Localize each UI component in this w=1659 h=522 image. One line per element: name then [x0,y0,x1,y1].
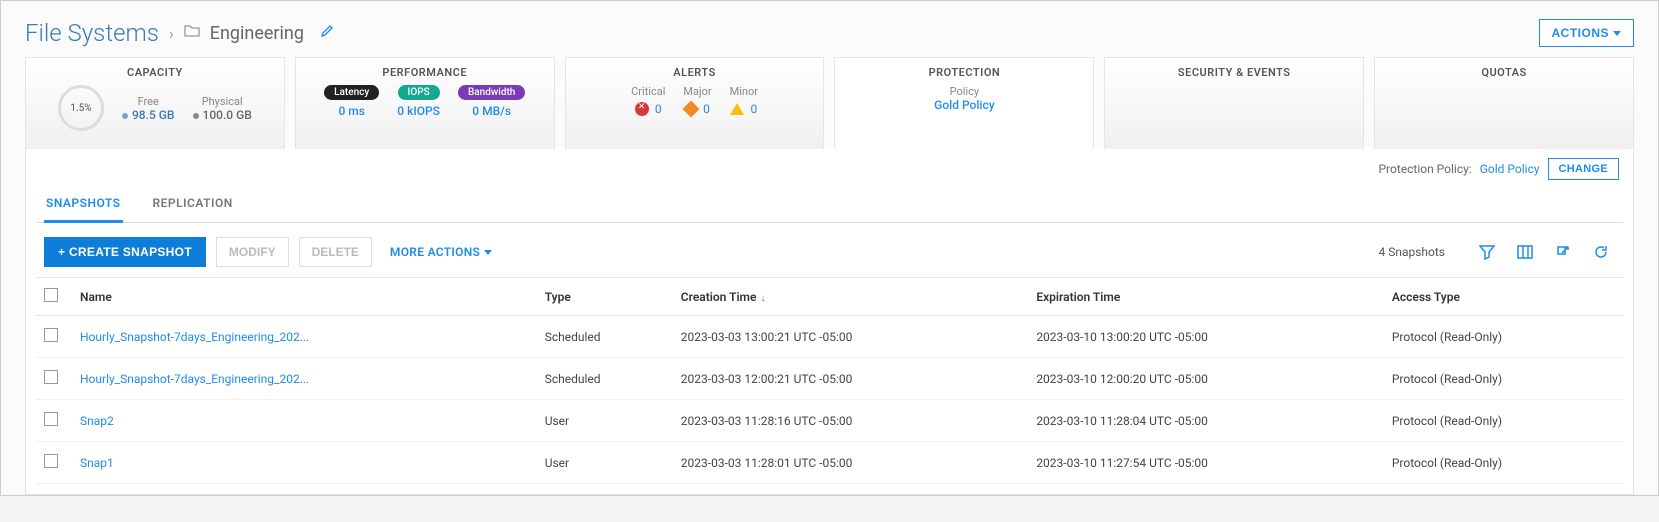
row-checkbox[interactable] [44,454,58,468]
cell-expiration: 2023-03-10 11:28:04 UTC -05:00 [1028,400,1384,442]
table-row: Snap1 User2023-03-03 11:28:01 UTC -05:002… [36,442,1623,484]
tab-performance-title: PERFORMANCE [382,66,467,79]
tab-alerts-title: ALERTS [673,66,716,79]
capacity-free-value: 98.5 GB [122,108,175,122]
breadcrumb-root[interactable]: File Systems [25,19,159,47]
tab-security-events[interactable]: SECURITY & EVENTS [1104,57,1364,149]
bandwidth-pill: Bandwidth [458,85,525,100]
alerts-minor-label: Minor [730,85,758,98]
alerts-critical-label: Critical [631,85,665,98]
table-row: Hourly_Snapshot-7days_Engineering_202...… [36,358,1623,400]
col-creation[interactable]: Creation Time↓ [673,278,1029,316]
columns-icon[interactable] [1517,244,1533,260]
filter-icon[interactable] [1479,244,1495,260]
capacity-physical-value: 100.0 GB [193,108,252,122]
actions-label: ACTIONS [1552,26,1610,40]
tab-protection-title: PROTECTION [929,66,1001,79]
cell-expiration: 2023-03-10 11:27:54 UTC -05:00 [1028,442,1384,484]
modify-button: MODIFY [216,237,289,267]
cell-access: Protocol (Read-Only) [1384,316,1623,358]
export-icon[interactable] [1555,244,1571,260]
protection-policy-label: Policy [934,85,994,98]
snapshots-table: Name Type Creation Time↓ Expiration Time… [36,277,1623,484]
cell-creation: 2023-03-03 11:28:16 UTC -05:00 [673,400,1029,442]
latency-pill: Latency [324,85,379,100]
cell-type: User [537,442,673,484]
snapshot-name-link[interactable]: Hourly_Snapshot-7days_Engineering_202... [80,372,309,386]
breadcrumb: File Systems › Engineering [25,19,334,47]
col-name[interactable]: Name [72,278,537,316]
cell-expiration: 2023-03-10 13:00:20 UTC -05:00 [1028,316,1384,358]
snapshot-name-link[interactable]: Snap2 [80,414,114,428]
tab-security-title: SECURITY & EVENTS [1178,66,1291,79]
capacity-physical-label: Physical [202,95,243,108]
snapshot-count: 4 Snapshots [1378,245,1445,259]
capacity-free-label: Free [138,95,159,108]
col-access[interactable]: Access Type [1384,278,1623,316]
sort-desc-icon: ↓ [760,293,765,304]
policy-line-link[interactable]: Gold Policy [1480,162,1540,176]
protection-policy-value: Gold Policy [934,98,994,112]
policy-line-label: Protection Policy: [1378,162,1471,176]
cell-creation: 2023-03-03 12:00:21 UTC -05:00 [673,358,1029,400]
select-all-checkbox[interactable] [44,288,58,302]
row-checkbox[interactable] [44,370,58,384]
cell-access: Protocol (Read-Only) [1384,400,1623,442]
pencil-icon[interactable] [320,24,334,42]
alerts-minor-value: 0 [750,102,757,116]
major-icon [683,101,700,118]
col-type[interactable]: Type [537,278,673,316]
cell-creation: 2023-03-03 11:28:01 UTC -05:00 [673,442,1029,484]
tab-performance[interactable]: PERFORMANCE Latency 0 ms IOPS 0 kIOPS Ba… [295,57,555,149]
delete-button: DELETE [299,237,372,267]
more-actions-dropdown[interactable]: MORE ACTIONS [390,245,492,259]
cell-type: Scheduled [537,316,673,358]
snapshot-name-link[interactable]: Hourly_Snapshot-7days_Engineering_202... [80,330,309,344]
tab-quotas-title: QUOTAS [1481,66,1526,79]
bandwidth-value: 0 MB/s [472,104,511,118]
subtab-snapshots[interactable]: SNAPSHOTS [44,186,123,223]
tab-quotas[interactable]: QUOTAS [1374,57,1634,149]
cell-access: Protocol (Read-Only) [1384,442,1623,484]
row-checkbox[interactable] [44,328,58,342]
critical-icon [635,102,649,116]
cell-type: Scheduled [537,358,673,400]
change-policy-button[interactable]: CHANGE [1548,158,1619,180]
table-row: Hourly_Snapshot-7days_Engineering_202...… [36,316,1623,358]
breadcrumb-current: Engineering [210,23,304,44]
tab-alerts[interactable]: ALERTS Critical 0 Major 0 Minor 0 [565,57,825,149]
capacity-donut: 1.5% [58,85,104,131]
tab-capacity[interactable]: CAPACITY 1.5% Free 98.5 GB Physical 100.… [25,57,285,149]
caret-down-icon [484,250,492,255]
chevron-right-icon: › [169,24,174,43]
caret-down-icon [1613,31,1621,36]
minor-icon [730,103,744,115]
col-expiration[interactable]: Expiration Time [1028,278,1384,316]
row-checkbox[interactable] [44,412,58,426]
cell-creation: 2023-03-03 13:00:21 UTC -05:00 [673,316,1029,358]
iops-pill: IOPS [398,85,440,100]
tab-protection[interactable]: PROTECTION Policy Gold Policy [834,57,1094,149]
plus-icon: + [58,245,69,259]
alerts-major-label: Major [683,85,711,98]
iops-value: 0 kIOPS [397,104,440,118]
cell-access: Protocol (Read-Only) [1384,358,1623,400]
alerts-critical-value: 0 [655,102,662,116]
table-row: Snap2 User2023-03-03 11:28:16 UTC -05:002… [36,400,1623,442]
alerts-major-value: 0 [703,102,710,116]
tab-capacity-title: CAPACITY [127,66,183,79]
cell-type: User [537,400,673,442]
refresh-icon[interactable] [1593,244,1609,260]
snapshot-name-link[interactable]: Snap1 [80,456,114,470]
latency-value: 0 ms [338,104,364,118]
actions-dropdown[interactable]: ACTIONS [1539,19,1635,47]
cell-expiration: 2023-03-10 12:00:20 UTC -05:00 [1028,358,1384,400]
subtab-replication[interactable]: REPLICATION [151,186,235,222]
create-snapshot-button[interactable]: + CREATE SNAPSHOT [44,237,206,267]
folder-icon [184,24,200,42]
